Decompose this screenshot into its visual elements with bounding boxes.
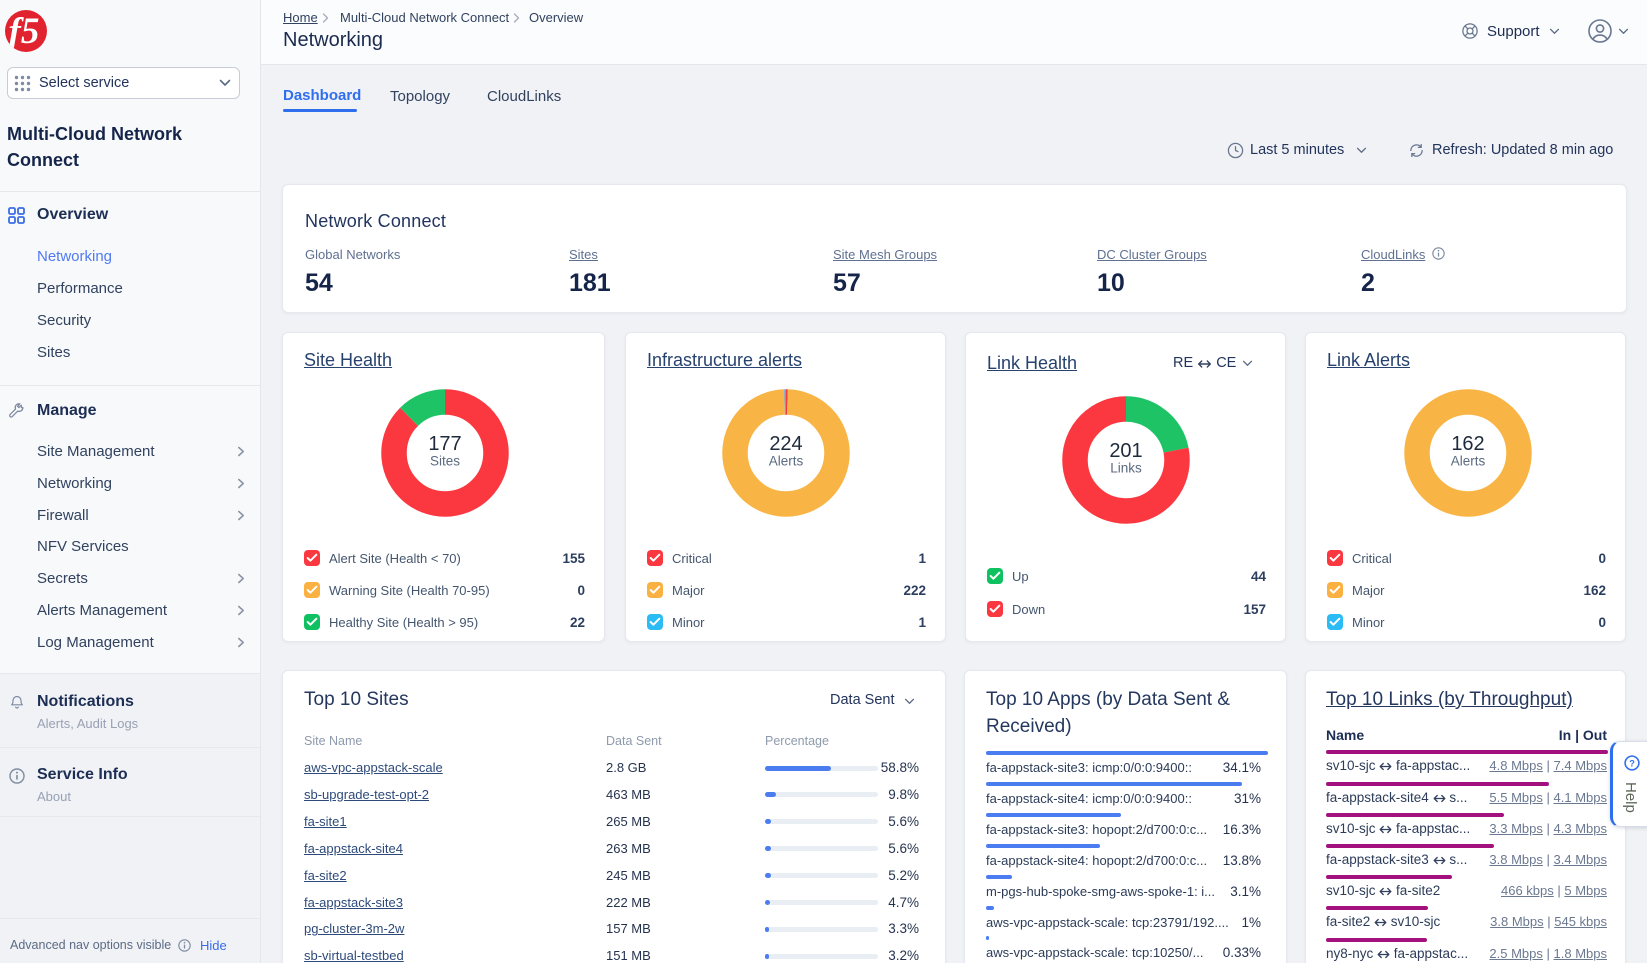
svg-text:162: 162	[1451, 433, 1484, 455]
svg-text:Alerts: Alerts	[769, 454, 804, 469]
svg-text:177: 177	[428, 433, 461, 455]
svg-text:201: 201	[1109, 440, 1142, 462]
svg-text:Links: Links	[1110, 461, 1142, 476]
svg-text:f5: f5	[9, 11, 40, 52]
svg-text:Alerts: Alerts	[1451, 454, 1486, 469]
svg-text:?: ?	[1629, 758, 1635, 768]
svg-text:224: 224	[769, 433, 802, 455]
svg-text:Sites: Sites	[430, 454, 460, 469]
